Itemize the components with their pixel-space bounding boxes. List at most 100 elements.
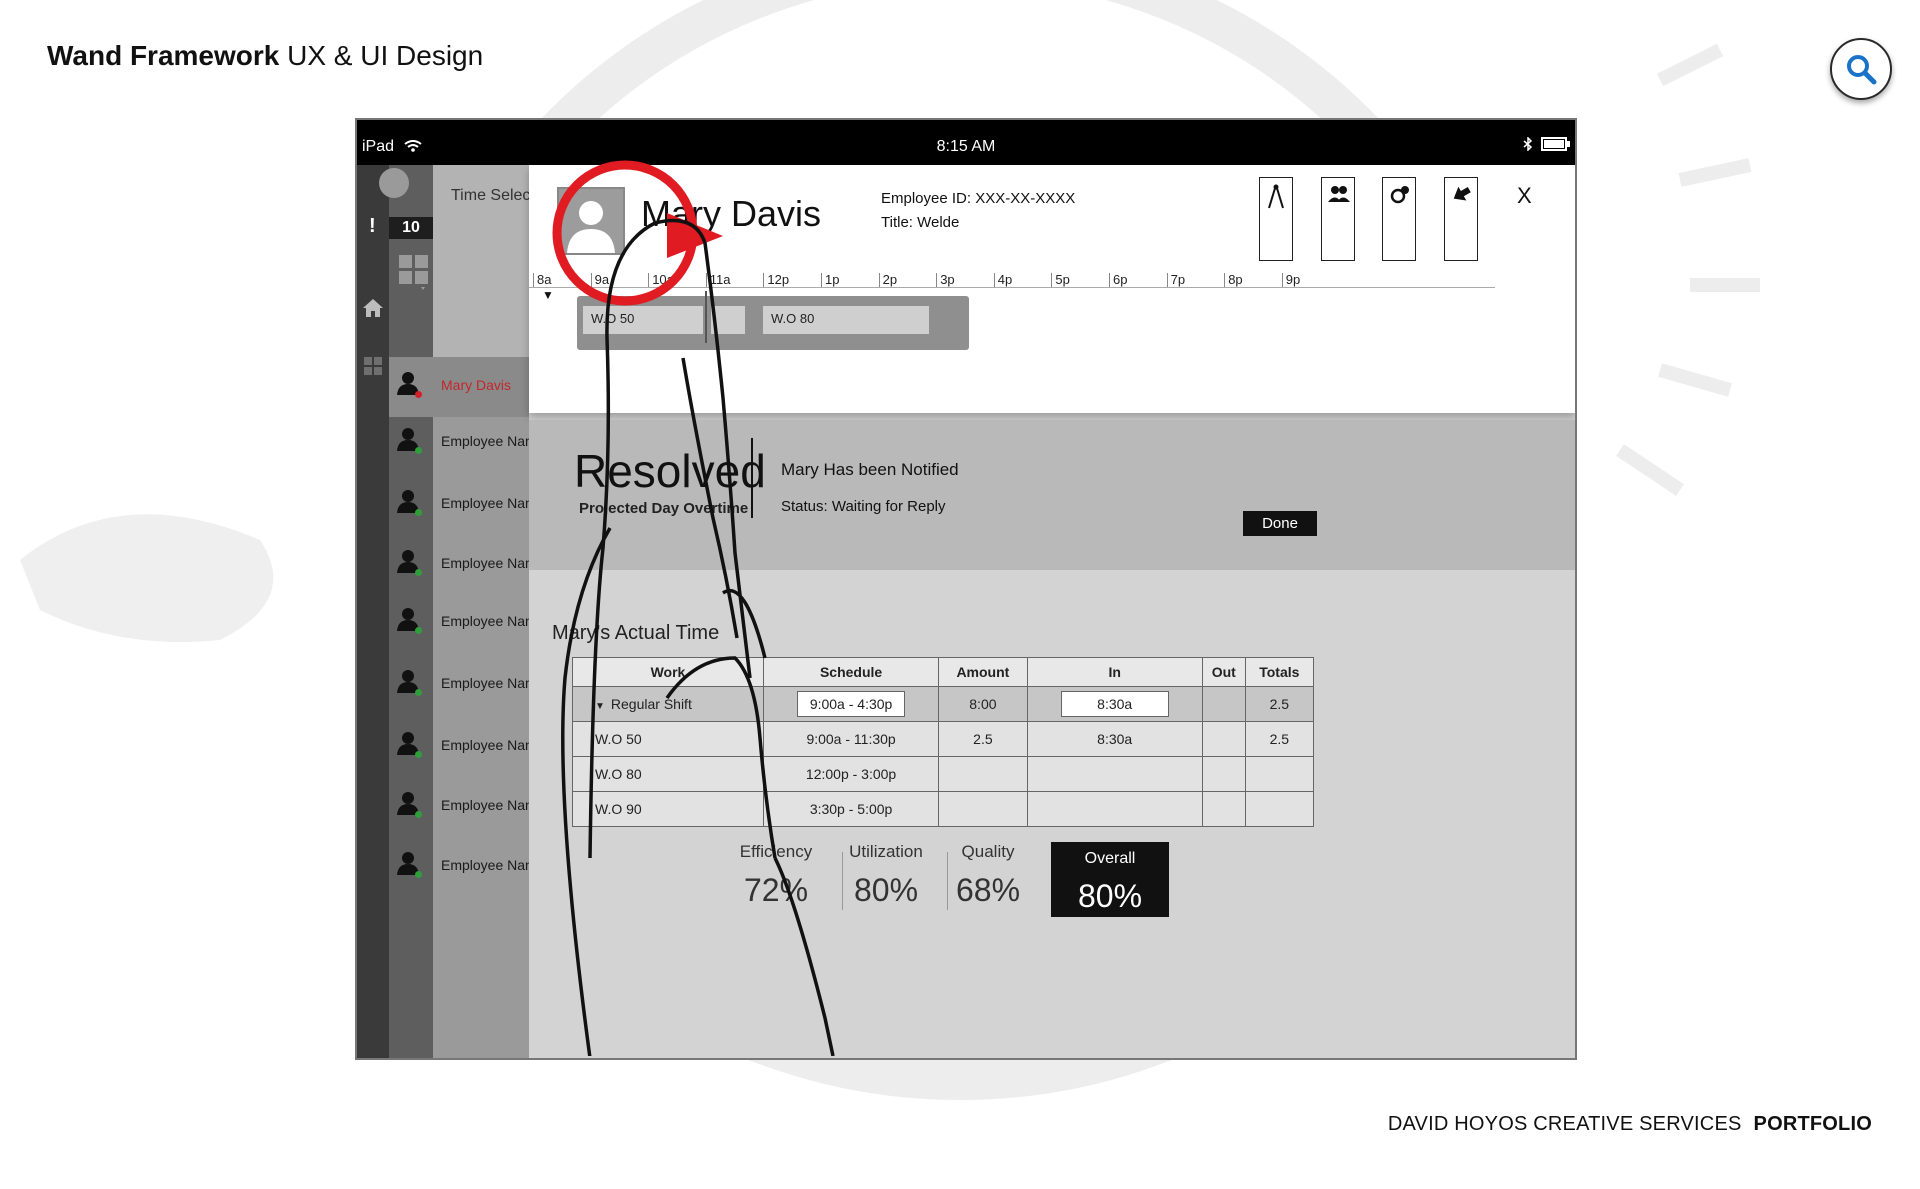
schedule-cell: 12:00p - 3:00p [762,756,940,792]
column-header: Amount [938,657,1028,687]
work-order-bar: W.O 50 W.O 80 [577,296,969,350]
amount-cell [938,791,1028,827]
timeline-hour: 10a [648,273,674,287]
timeline-hour: 4p [993,273,1012,287]
notification-count: 10 [389,217,433,239]
totals-cell [1244,791,1315,827]
table-row[interactable]: W.O 50 9:00a - 11:30p 2.5 8:30a 2.5 [572,721,1315,757]
battery-icon [1541,137,1570,151]
timeline-hour: 1p [821,273,839,287]
actual-time-title: Mary's Actual Time [552,622,720,644]
status-dot [415,811,422,818]
in-cell: 8:30a [1026,721,1203,757]
work-cell: W.O 50 [572,721,764,757]
metrics-row: Efficiency 72% Utilization 80% Quality 6… [721,842,1341,922]
alert-icon[interactable]: ! [369,215,376,238]
schedule-cell: 9:00a - 4:30p [762,686,940,722]
column-header: In [1026,657,1203,687]
resolved-banner: Resolved Projected Day Overtime Mary Has… [529,420,1575,570]
totals-cell [1244,756,1315,792]
page-title-bold: Wand Framework [47,40,280,71]
timeline-hour: 9p [1281,273,1300,287]
work-order-80[interactable]: W.O 80 [763,306,929,334]
work-order-gap [711,306,745,334]
apps-icon[interactable] [364,357,382,375]
in-time-field[interactable]: 8:30a [1060,691,1169,717]
employee-list-item[interactable]: Employee Name [389,475,545,535]
in-cell [1026,756,1203,792]
employee-list-item[interactable]: Employee Name [389,593,545,653]
footer-studio: DAVID HOYOS CREATIVE SERVICES [1387,1113,1742,1135]
search-button[interactable] [1830,38,1892,100]
timeline-hour: 6p [1109,273,1127,287]
close-button[interactable]: X [1517,183,1532,209]
employee-list-item[interactable]: Employee Name [389,535,545,595]
table-row[interactable]: ▼ Regular Shift 9:00a - 4:30p 8:00 8:30a … [572,686,1315,722]
status-dot [415,569,422,576]
column-header: Totals [1244,657,1315,687]
employee-header-card: Mary Davis Employee ID: XXX-XX-XXXX Titl… [529,165,1575,413]
timeline-hour: 2p [878,273,897,287]
team-tool-button[interactable] [1321,177,1355,261]
actual-time-table: Work Schedule Amount In Out Totals ▼ Regu… [572,657,1315,827]
work-order-50[interactable]: W.O 50 [583,306,703,334]
amount-cell: 8:00 [938,686,1028,722]
employee-list-item[interactable]: Employee Name [389,837,545,897]
out-cell[interactable] [1201,756,1246,792]
timeline-hour: 7p [1166,273,1185,287]
current-time-line [705,291,707,343]
efficiency-metric: Efficiency 72% [721,842,831,909]
done-button[interactable]: Done [1243,511,1317,536]
employee-list-item[interactable]: Employee Name [389,717,545,777]
employee-list-item[interactable]: Employee Name [389,413,545,473]
work-label: Regular Shift [610,696,692,712]
out-cell[interactable] [1201,791,1246,827]
resolved-subtitle: Projected Day Overtime [579,500,749,517]
status-bar: iPad 8:15 AM [357,120,1575,165]
metric-value: 80% [853,872,919,908]
in-cell [1026,791,1203,827]
out-cell[interactable] [1201,686,1246,722]
employee-list-item[interactable]: Employee Name [389,777,545,837]
timeline-marker-icon[interactable]: ▼ [542,288,554,302]
status-right [1523,137,1570,151]
compass-tool-button[interactable] [1259,177,1293,261]
link-tool-button[interactable] [1382,177,1416,261]
timeline-hour: 11a [705,273,731,287]
timeline-hour: 9a [590,273,609,287]
compass-icon [1268,184,1284,209]
out-cell[interactable] [1201,721,1246,757]
employee-list-name: Mary Davis [441,377,512,393]
timeline-hour: 8a [533,273,551,287]
timeline-hour: 12p [763,273,789,287]
metric-label: Utilization [849,842,923,861]
employee-list-item[interactable]: Employee Name [389,655,545,715]
notification-message: Mary Has been Notified [781,460,959,479]
timeline-hours: 8a 9a 10a 11a 12p 1p 2p 3p 4p 5p 6p 7p 8p 9p [529,273,1529,295]
amount-cell [938,756,1028,792]
schedule-field[interactable]: 9:00a - 4:30p [797,691,906,717]
table-row[interactable]: W.O 80 12:00p - 3:00p [572,756,1315,792]
profile-photo[interactable] [557,187,625,255]
resolved-title: Resolved [574,445,766,497]
status-message: Status: Waiting for Reply [781,498,946,515]
overall-metric: Overall 80% [1051,842,1169,917]
home-icon[interactable] [362,298,384,318]
divider [751,438,753,518]
employee-list-item[interactable]: Mary Davis [389,357,529,417]
quality-metric: Quality 68% [933,842,1043,909]
ipad-screen: iPad 8:15 AM ! 10 Time Select Mary Davis… [355,118,1577,1060]
work-cell: ▼ Regular Shift [572,686,764,722]
globe-icon[interactable] [379,168,409,198]
person-icon [567,201,615,253]
expand-caret-icon[interactable]: ▼ [595,701,605,712]
escalate-tool-button[interactable] [1444,177,1478,261]
column-header: Work [572,657,764,687]
timeline-hour: 5p [1051,273,1070,287]
table-row[interactable]: W.O 90 3:30p - 5:00p [572,791,1315,827]
actual-time-section: Mary's Actual Time Work Schedule Amount … [529,570,1575,1058]
employee-name: Mary Davis [641,193,822,234]
grid-icon[interactable] [399,255,429,291]
status-dot [415,871,422,878]
status-dot [415,689,422,696]
